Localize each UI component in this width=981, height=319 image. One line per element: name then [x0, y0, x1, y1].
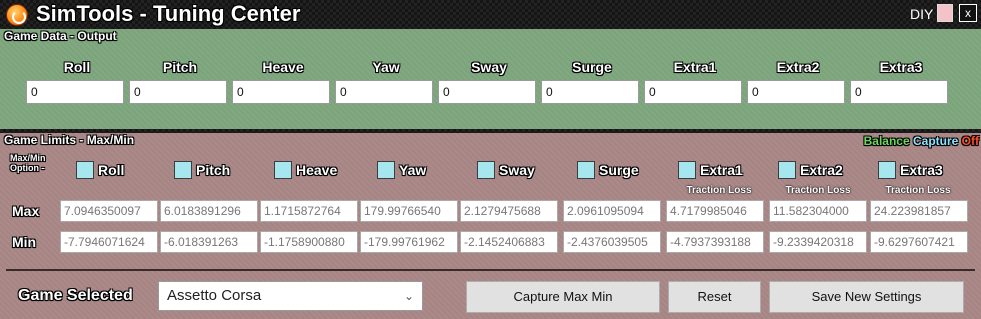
pitch-checkbox[interactable] [174, 161, 192, 179]
yaw-checkbox[interactable] [377, 161, 395, 179]
max-field-surge[interactable]: 2.0961095094 [563, 200, 661, 222]
output-label-yaw: Yaw [372, 59, 400, 75]
option-label-extra2: Extra2 [800, 162, 843, 178]
min-field-extra1[interactable]: -4.7937393188 [666, 231, 764, 253]
min-field-yaw[interactable]: -179.99761962 [360, 231, 458, 253]
option-label-pitch: Pitch [196, 162, 231, 178]
output-label-extra2: Extra2 [776, 59, 820, 75]
extra2-checkbox[interactable] [778, 161, 796, 179]
option-extra3[interactable]: Extra3 [878, 160, 943, 180]
maxmin-option-line1: Max/Min [10, 153, 46, 163]
heave-checkbox[interactable] [274, 161, 292, 179]
limits-panel-title: Game Limits - Max/Min [4, 133, 135, 147]
option-label-surge: Surge [599, 162, 639, 178]
max-field-extra2[interactable]: 11.582304000 [769, 200, 867, 222]
traction-loss-note-extra3: Traction Loss [885, 185, 951, 196]
output-field-sway[interactable]: 0 [438, 80, 536, 104]
simtools-logo-icon [6, 4, 28, 26]
chevron-down-icon: ⌄ [403, 289, 414, 303]
balance-capture-toggle[interactable]: Balance Capture Off [864, 134, 979, 148]
output-field-yaw[interactable]: 0 [335, 80, 433, 104]
min-field-pitch[interactable]: -6.018391263 [160, 231, 258, 253]
max-field-extra1[interactable]: 4.7179985046 [666, 200, 764, 222]
output-field-roll[interactable]: 0 [26, 80, 124, 104]
game-data-output-panel: Game Data - Output Roll Pitch Heave Yaw … [0, 29, 981, 129]
output-field-pitch[interactable]: 0 [129, 80, 227, 104]
max-field-pitch[interactable]: 6.0183891296 [160, 200, 258, 222]
output-label-extra3: Extra3 [879, 59, 923, 75]
balance-label: Balance [863, 134, 910, 148]
title-bar: SimTools - Tuning Center DIY x [0, 0, 981, 28]
max-row-label: Max [12, 203, 40, 219]
option-surge[interactable]: Surge [577, 160, 639, 180]
min-field-surge[interactable]: -2.4376039505 [563, 231, 661, 253]
output-label-surge: Surge [572, 59, 612, 75]
game-limits-panel: Game Limits - Max/Min Balance Capture Of… [0, 133, 981, 319]
game-selected-label: Game Selected [18, 287, 133, 304]
diy-label: DIY [910, 6, 934, 22]
output-field-heave[interactable]: 0 [232, 80, 330, 104]
option-label-extra3: Extra3 [900, 162, 943, 178]
output-field-extra1[interactable]: 0 [644, 80, 742, 104]
section-divider [6, 269, 975, 271]
option-extra1[interactable]: Extra1 [678, 160, 743, 180]
traction-loss-note-extra1: Traction Loss [686, 185, 752, 196]
option-label-extra1: Extra1 [700, 162, 743, 178]
maxmin-option-line2: Option - [10, 163, 45, 173]
reset-button[interactable]: Reset [668, 281, 761, 313]
max-field-yaw[interactable]: 179.99766540 [360, 200, 458, 222]
extra3-checkbox[interactable] [878, 161, 896, 179]
roll-checkbox[interactable] [76, 161, 94, 179]
option-label-roll: Roll [98, 162, 125, 178]
diy-toggle[interactable] [937, 4, 953, 22]
option-extra2[interactable]: Extra2 [778, 160, 843, 180]
surge-checkbox[interactable] [577, 161, 595, 179]
output-panel-title: Game Data - Output [4, 29, 117, 43]
output-label-roll: Roll [63, 59, 91, 75]
save-new-settings-button[interactable]: Save New Settings [769, 281, 964, 313]
min-field-roll[interactable]: -7.7946071624 [60, 231, 158, 253]
option-label-heave: Heave [296, 162, 338, 178]
sway-checkbox[interactable] [477, 161, 495, 179]
window-title: SimTools - Tuning Center [36, 1, 301, 26]
min-field-extra2[interactable]: -9.2339420318 [769, 231, 867, 253]
extra1-checkbox[interactable] [678, 161, 696, 179]
max-field-extra3[interactable]: 24.223981857 [870, 200, 968, 222]
option-label-sway: Sway [499, 162, 535, 178]
min-row-label: Min [12, 234, 37, 250]
game-select-dropdown[interactable]: Assetto Corsa ⌄ [158, 281, 423, 311]
traction-loss-note-extra2: Traction Loss [785, 185, 851, 196]
option-label-yaw: Yaw [399, 162, 427, 178]
close-button[interactable]: x [959, 4, 977, 22]
option-heave[interactable]: Heave [274, 160, 337, 180]
game-select-value: Assetto Corsa [167, 287, 262, 304]
min-field-heave[interactable]: -1.1758900880 [260, 231, 358, 253]
option-yaw[interactable]: Yaw [377, 160, 426, 180]
output-label-extra1: Extra1 [673, 59, 717, 75]
output-label-heave: Heave [262, 59, 304, 75]
max-field-roll[interactable]: 7.0946350097 [60, 200, 158, 222]
output-field-surge[interactable]: 0 [541, 80, 639, 104]
output-label-sway: Sway [471, 59, 507, 75]
option-pitch[interactable]: Pitch [174, 160, 230, 180]
capture-max-min-button[interactable]: Capture Max Min [466, 281, 660, 313]
off-label: Off [961, 134, 979, 148]
output-label-pitch: Pitch [162, 59, 198, 75]
output-field-extra2[interactable]: 0 [747, 80, 845, 104]
min-field-sway[interactable]: -2.1452406883 [460, 231, 558, 253]
capture-label: Capture [912, 134, 959, 148]
max-field-sway[interactable]: 2.1279475688 [460, 200, 558, 222]
maxmin-option-label: Max/Min Option - [10, 153, 46, 173]
min-field-extra3[interactable]: -9.6297607421 [870, 231, 968, 253]
output-field-extra3[interactable]: 0 [850, 80, 948, 104]
option-roll[interactable]: Roll [76, 160, 124, 180]
option-sway[interactable]: Sway [477, 160, 535, 180]
max-field-heave[interactable]: 1.1715872764 [260, 200, 358, 222]
